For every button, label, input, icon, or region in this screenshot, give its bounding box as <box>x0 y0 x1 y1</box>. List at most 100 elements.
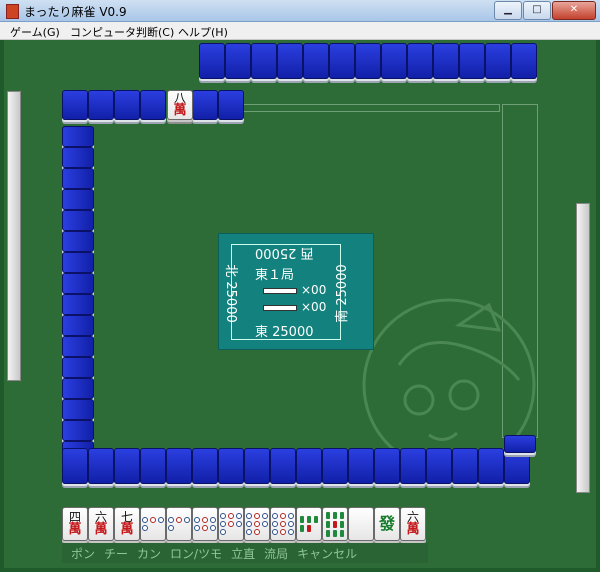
left-player-hand <box>7 91 21 381</box>
kan-button[interactable]: カン <box>137 545 161 562</box>
hand-tile[interactable] <box>218 507 244 541</box>
hand-tile[interactable] <box>270 507 296 541</box>
pip <box>228 513 234 519</box>
discard-tile-hachiman: 八 萬 <box>167 90 193 120</box>
wall-tile <box>199 43 225 79</box>
wall-tile <box>504 435 536 453</box>
wall-tile <box>225 43 251 79</box>
pip <box>272 513 278 519</box>
wall-tile <box>62 420 94 441</box>
bamboo-stick <box>307 516 311 523</box>
wall-tile <box>62 378 94 399</box>
pip <box>168 525 174 531</box>
bamboo-stick <box>326 529 330 537</box>
wall-tile <box>62 252 94 273</box>
wall-tile <box>62 399 94 420</box>
circle-pips <box>168 517 190 531</box>
circle-pips <box>194 517 216 531</box>
pip <box>220 529 226 535</box>
pip <box>288 521 294 527</box>
ron-tsumo-button[interactable]: ロン/ツモ <box>170 545 222 562</box>
wall-tile <box>62 448 88 484</box>
wall-tile <box>62 336 94 357</box>
hand-tile[interactable] <box>296 507 322 541</box>
menu-computer-judgement[interactable]: コンピュータ判断(C) <box>70 24 174 40</box>
round-indicator: 東１局 <box>255 268 295 283</box>
circle-pips <box>272 513 294 535</box>
hand-tile[interactable] <box>244 507 270 541</box>
bamboo-stick <box>300 525 304 532</box>
pip <box>220 513 226 519</box>
bamboo-stick <box>307 525 311 532</box>
pip <box>246 513 252 519</box>
title-bar: まったり麻雀 V0.9 ▁ □ ✕ <box>0 0 600 22</box>
menu-bar: ゲーム(G) コンピュータ判断(C) ヘルプ(H) <box>0 22 600 40</box>
pip <box>254 529 260 535</box>
pip <box>176 517 182 523</box>
bamboo-stick <box>314 516 318 523</box>
pip <box>210 517 216 523</box>
pip <box>288 513 294 519</box>
chi-button[interactable]: チー <box>104 545 128 562</box>
wall-tile <box>62 273 94 294</box>
tile-suit: 萬 <box>173 103 187 118</box>
wall-tile <box>381 43 407 79</box>
wall-tile <box>400 448 426 484</box>
bamboo-stick <box>333 520 337 528</box>
ryukyoku-button[interactable]: 流局 <box>264 545 288 562</box>
hand-tile[interactable]: 發 <box>374 507 400 541</box>
pon-button[interactable]: ポン <box>71 545 95 562</box>
wall-tile <box>504 448 530 484</box>
cancel-button[interactable]: キャンセル <box>297 545 357 562</box>
west-player-score: 西 25000 <box>255 245 314 260</box>
bamboo-stick <box>326 511 330 519</box>
discard-tile-back <box>218 90 244 120</box>
wall-tile <box>62 315 94 336</box>
pip <box>210 525 216 531</box>
honor-glyph: 發 <box>378 514 395 533</box>
wall-tile <box>459 43 485 79</box>
wall-tile <box>251 43 277 79</box>
bamboo-stick <box>333 511 337 519</box>
riichi-stick-count: ×00 <box>301 300 327 314</box>
menu-game[interactable]: ゲーム(G) <box>10 24 60 40</box>
wall-tile <box>511 43 537 79</box>
hand-tile[interactable] <box>348 507 374 541</box>
wall-tile <box>277 43 303 79</box>
hand-tile[interactable]: 六萬 <box>400 507 426 541</box>
pip <box>262 513 268 519</box>
wall-tile <box>62 126 94 147</box>
riichi-button[interactable]: 立直 <box>231 545 255 562</box>
wall-tile <box>296 448 322 484</box>
circle-pips <box>246 513 268 535</box>
hand-tile[interactable] <box>192 507 218 541</box>
discard-tile-back <box>88 90 114 120</box>
bamboo-stick <box>333 529 337 537</box>
close-button[interactable]: ✕ <box>552 1 596 20</box>
wall-tile <box>270 448 296 484</box>
wall-tile <box>322 448 348 484</box>
hand-tile[interactable]: 四萬 <box>62 507 88 541</box>
wall-tile <box>62 147 94 168</box>
pip <box>246 529 252 535</box>
pip <box>158 517 164 523</box>
bamboo-stick <box>340 511 344 519</box>
circle-pips <box>220 513 242 535</box>
hand-tile[interactable] <box>140 507 166 541</box>
hand-tile[interactable]: 六萬 <box>88 507 114 541</box>
hand-tile[interactable] <box>322 507 348 541</box>
pip <box>236 513 242 519</box>
menu-help[interactable]: ヘルプ(H) <box>178 24 228 40</box>
pip <box>150 517 156 523</box>
wall-tile <box>452 448 478 484</box>
riichi-stick-icon <box>263 305 297 311</box>
app-icon <box>6 4 19 19</box>
pip <box>254 513 260 519</box>
hand-tile[interactable]: 七萬 <box>114 507 140 541</box>
wall-tile <box>88 448 114 484</box>
hand-tile[interactable] <box>166 507 192 541</box>
wall-tile <box>192 448 218 484</box>
bamboo-stick <box>326 520 330 528</box>
maximize-button[interactable]: □ <box>523 1 551 20</box>
minimize-button[interactable]: ▁ <box>494 1 522 20</box>
